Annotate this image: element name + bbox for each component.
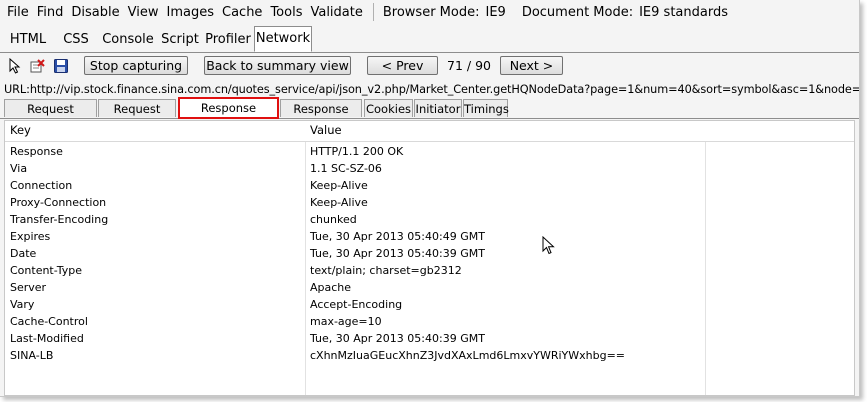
column-header-key[interactable]: Key	[10, 123, 31, 137]
mouse-cursor-icon	[542, 236, 555, 255]
header-value: 1.1 SC-SZ-06	[310, 162, 382, 175]
browser-mode-value: IE9	[485, 4, 506, 20]
header-value: Keep-Alive	[310, 179, 368, 192]
clear-icon[interactable]	[29, 58, 45, 74]
stop-capturing-button[interactable]: Stop capturing	[84, 56, 188, 75]
table-row[interactable]: Transfer-Encoding chunked	[5, 211, 854, 228]
menu-file[interactable]: File	[0, 5, 33, 20]
network-toolbar: Stop capturing Back to summary view < Pr…	[0, 53, 859, 81]
tab-profiler[interactable]: Profiler	[204, 28, 252, 51]
tab-html[interactable]: HTML	[4, 28, 52, 51]
menu-cache[interactable]: Cache	[218, 5, 266, 20]
tab-request-headers[interactable]: Request headers	[4, 99, 97, 134]
header-key: Response	[10, 145, 63, 158]
header-value: max-age=10	[310, 315, 382, 328]
header-key: Connection	[10, 179, 73, 192]
table-row[interactable]: SINA-LB cXhnMzIuaGEucXhnZ3JvdXAxLmd6LmxvY…	[5, 347, 854, 364]
back-to-summary-button[interactable]: Back to summary view	[204, 56, 351, 75]
document-mode-value: IE9 standards	[639, 4, 728, 20]
arrow-cursor-icon[interactable]	[7, 58, 23, 74]
tab-response-body[interactable]: Response body	[280, 99, 362, 134]
header-value: HTTP/1.1 200 OK	[310, 145, 404, 158]
table-row[interactable]: Proxy-Connection Keep-Alive	[5, 194, 854, 211]
header-key: Transfer-Encoding	[10, 213, 109, 226]
tab-cookies[interactable]: Cookies	[364, 99, 413, 117]
table-row[interactable]: Vary Accept-Encoding	[5, 296, 854, 313]
header-key: Date	[10, 247, 37, 260]
tab-timings[interactable]: Timings	[463, 99, 509, 117]
table-row[interactable]: Last-Modified Tue, 30 Apr 2013 05:40:39 G…	[5, 330, 854, 347]
header-value: Tue, 30 Apr 2013 05:40:39 GMT	[310, 332, 485, 345]
table-row[interactable]: Date Tue, 30 Apr 2013 05:40:39 GMT	[5, 245, 854, 262]
table-row[interactable]: Expires Tue, 30 Apr 2013 05:40:49 GMT	[5, 228, 854, 245]
header-key: Content-Type	[10, 264, 82, 277]
menu-disable[interactable]: Disable	[67, 5, 123, 20]
header-key: Server	[10, 281, 47, 294]
developer-tools-window: File Find Disable View Images Cache Tool…	[0, 0, 860, 397]
menu-validate[interactable]: Validate	[306, 5, 366, 20]
table-row[interactable]: Connection Keep-Alive	[5, 177, 854, 194]
menu-images[interactable]: Images	[163, 5, 219, 20]
header-key: Proxy-Connection	[10, 196, 107, 209]
header-value: Tue, 30 Apr 2013 05:40:39 GMT	[310, 247, 485, 260]
tab-request-body[interactable]: Request body	[98, 99, 176, 134]
header-value: Tue, 30 Apr 2013 05:40:49 GMT	[310, 230, 485, 243]
table-row[interactable]: Server Apache	[5, 279, 854, 296]
save-icon[interactable]	[53, 58, 69, 74]
tab-network[interactable]: Network	[254, 26, 312, 52]
table-body: Response HTTP/1.1 200 OK Via 1.1 SC-SZ-06 Co…	[5, 143, 854, 364]
detail-tabs: Request headers Request body Response he…	[0, 97, 859, 134]
table-row[interactable]: Via 1.1 SC-SZ-06	[5, 160, 854, 177]
menu-tools[interactable]: Tools	[266, 5, 306, 20]
table-header: Key Value	[5, 121, 854, 142]
header-value: Accept-Encoding	[310, 298, 403, 311]
table-row[interactable]: Cache-Control max-age=10	[5, 313, 854, 330]
header-key: Expires	[10, 230, 51, 243]
header-key: Via	[10, 162, 28, 175]
next-button[interactable]: Next >	[500, 56, 563, 75]
tool-tabs: HTML CSS Console Script Profiler Network	[0, 25, 859, 53]
table-row[interactable]: Response HTTP/1.1 200 OK	[5, 143, 854, 160]
menu-find[interactable]: Find	[33, 5, 68, 20]
browser-mode-selector[interactable]: Browser Mode: IE9	[380, 5, 509, 20]
header-value: Apache	[310, 281, 352, 294]
prev-button[interactable]: < Prev	[367, 56, 438, 75]
document-mode-selector[interactable]: Document Mode: IE9 standards	[519, 5, 731, 20]
header-value: cXhnMzIuaGEucXhnZ3JvdXAxLmd6LmxvYWRiYWxh…	[310, 349, 626, 362]
tab-script[interactable]: Script	[158, 28, 202, 51]
header-key: Last-Modified	[10, 332, 84, 345]
table-row[interactable]: Content-Type text/plain; charset=gb2312	[5, 262, 854, 279]
column-header-value[interactable]: Value	[310, 123, 342, 137]
tab-console[interactable]: Console	[100, 28, 156, 51]
tab-initiator[interactable]: Initiator	[414, 99, 462, 117]
header-key: Cache-Control	[10, 315, 88, 328]
tab-response-headers[interactable]: Response headers	[178, 97, 279, 133]
request-url: URL:http://vip.stock.finance.sina.com.cn…	[4, 83, 860, 96]
menu-divider	[372, 3, 374, 21]
header-value: chunked	[310, 213, 357, 226]
response-headers-table: Key Value Response HTTP/1.1 200 OK Via 1.1 …	[4, 120, 855, 396]
header-value: text/plain; charset=gb2312	[310, 264, 462, 277]
menu-view[interactable]: View	[124, 5, 163, 20]
document-mode-label: Document Mode:	[521, 4, 634, 20]
menu-bar: File Find Disable View Images Cache Tool…	[0, 0, 859, 24]
header-key: Vary	[10, 298, 35, 311]
header-key: SINA-LB	[10, 349, 54, 362]
header-value: Keep-Alive	[310, 196, 368, 209]
request-counter: 71 / 90	[447, 58, 491, 73]
tab-css[interactable]: CSS	[56, 28, 96, 51]
browser-mode-label: Browser Mode:	[382, 4, 480, 20]
